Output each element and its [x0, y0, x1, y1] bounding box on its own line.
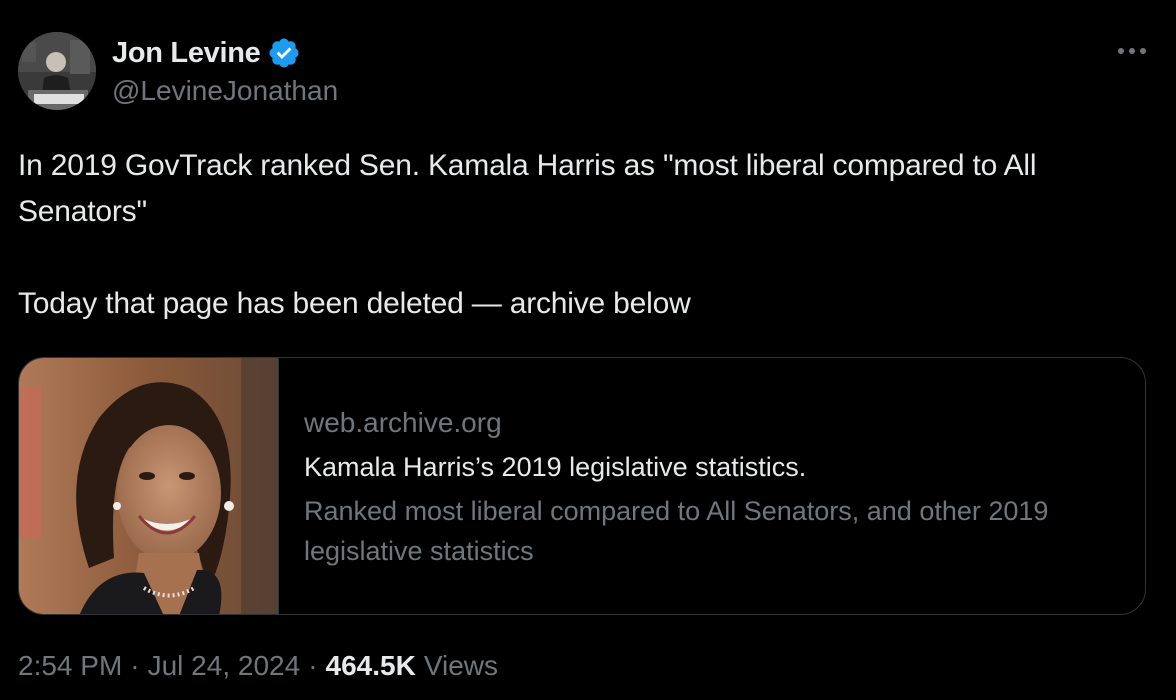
- meta-separator: ·: [308, 650, 318, 681]
- card-text: web.archive.org Kamala Harris’s 2019 leg…: [304, 405, 1114, 571]
- tweet-paragraph: In 2019 GovTrack ranked Sen. Kamala Harr…: [18, 149, 1037, 228]
- more-horizontal-icon: [1118, 48, 1146, 54]
- author-name[interactable]: Jon Levine: [112, 37, 261, 70]
- card-domain: web.archive.org: [304, 407, 502, 438]
- tweet-text: In 2019 GovTrack ranked Sen. Kamala Harr…: [18, 143, 1148, 327]
- card-thumbnail-image: [19, 358, 279, 614]
- verified-badge-icon[interactable]: [267, 36, 301, 70]
- tweet-date[interactable]: Jul 24, 2024: [148, 650, 301, 682]
- tweet-time[interactable]: 2:54 PM: [18, 650, 122, 682]
- views-label: Views: [423, 650, 498, 681]
- views-count[interactable]: 464.5K: [326, 650, 416, 682]
- more-options-button[interactable]: [1112, 36, 1152, 66]
- tweet-paragraph: Today that page has been deleted — archi…: [18, 287, 691, 320]
- card-title: Kamala Harris’s 2019 legislative statist…: [304, 452, 807, 482]
- avatar-photo: [18, 32, 96, 110]
- author-avatar[interactable]: [18, 32, 96, 110]
- link-preview-card[interactable]: web.archive.org Kamala Harris’s 2019 leg…: [18, 357, 1146, 615]
- tweet: Jon Levine @LevineJonathan In 2019 GovTr…: [0, 0, 1176, 700]
- card-description: Ranked most liberal compared to All Sena…: [304, 496, 1049, 566]
- tweet-meta: 2:54 PM · Jul 24, 2024 · 464.5K Views: [18, 650, 498, 682]
- author-handle[interactable]: @LevineJonathan: [112, 75, 338, 107]
- author-name-row: Jon Levine: [112, 34, 301, 72]
- meta-separator: ·: [130, 650, 140, 681]
